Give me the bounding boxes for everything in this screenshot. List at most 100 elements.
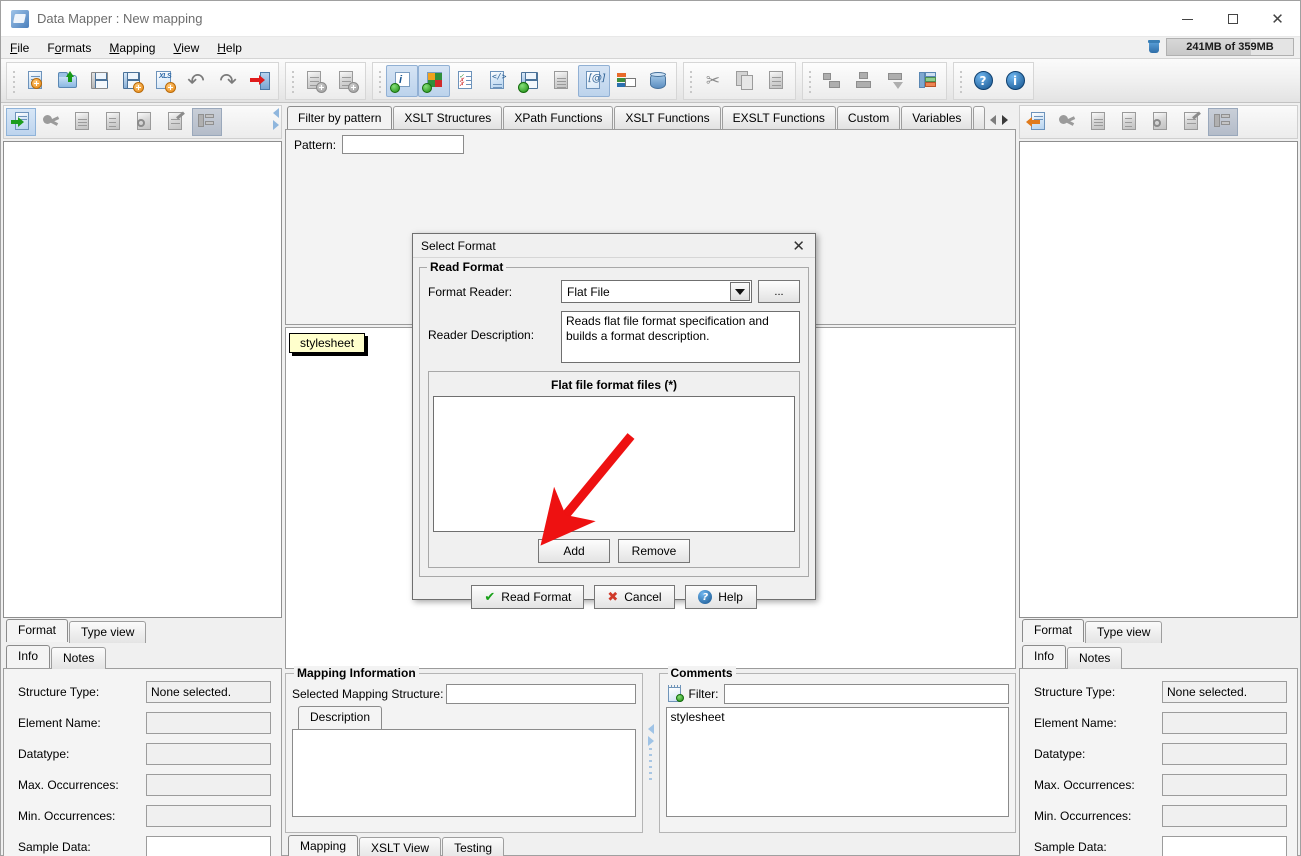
scroll-left-icon[interactable] xyxy=(273,108,279,118)
structure-icon[interactable] xyxy=(99,108,129,136)
validate-icon[interactable]: ✓ ✗ ✗ xyxy=(450,65,482,97)
write-format-icon[interactable] xyxy=(1022,108,1052,136)
paste-icon[interactable] xyxy=(761,65,793,97)
menu-formats[interactable]: Formats xyxy=(38,39,100,57)
tab-type-view[interactable]: Type view xyxy=(69,621,147,643)
align-right-icon[interactable] xyxy=(880,65,912,97)
canvas-node-stylesheet[interactable]: stylesheet xyxy=(289,333,366,353)
save-as-mapping-icon[interactable] xyxy=(116,65,148,97)
copy-icon[interactable] xyxy=(729,65,761,97)
toolbar-grip[interactable] xyxy=(377,67,384,94)
list-item[interactable]: stylesheet xyxy=(671,710,1005,724)
legend-icon[interactable] xyxy=(610,65,642,97)
about-icon[interactable]: i xyxy=(999,65,1031,97)
tab-scroll-right-icon[interactable] xyxy=(1002,115,1009,125)
tab-scroll-left-icon[interactable] xyxy=(990,115,997,125)
tab-format[interactable]: Format xyxy=(1022,619,1085,642)
tab-custom[interactable]: Custom xyxy=(836,106,901,129)
splitter-collapse-left-icon[interactable] xyxy=(647,724,654,734)
edit-icon[interactable] xyxy=(1177,108,1207,136)
close-button[interactable]: ✕ xyxy=(1255,1,1300,37)
toolbar-grip[interactable] xyxy=(958,67,965,94)
flat-file-format-files-list[interactable] xyxy=(433,396,795,532)
tab-exslt-functions[interactable]: EXSLT Functions xyxy=(721,106,836,129)
source-sample-data-input[interactable] xyxy=(146,836,271,856)
show-colors-icon[interactable] xyxy=(418,64,450,97)
format-reader-select[interactable]: Flat File xyxy=(561,280,752,303)
tab-format[interactable]: Format xyxy=(6,619,69,642)
link-icon[interactable] xyxy=(1053,108,1083,136)
align-center-icon[interactable] xyxy=(848,65,880,97)
inspect-icon[interactable] xyxy=(130,108,160,136)
help-button[interactable]: ? Help xyxy=(684,585,757,609)
tab-info[interactable]: Info xyxy=(6,645,51,668)
read-format-icon[interactable] xyxy=(6,108,36,136)
remove-structure-icon[interactable] xyxy=(331,65,363,97)
new-mapping-icon[interactable] xyxy=(20,65,52,97)
add-structure-icon[interactable] xyxy=(299,65,331,97)
splitter-collapse-right-icon[interactable] xyxy=(647,736,654,746)
toolbar-grip[interactable] xyxy=(807,67,814,94)
target-tree-area[interactable] xyxy=(1019,141,1298,618)
notes-icon[interactable] xyxy=(1084,108,1114,136)
annotations-icon[interactable]: [@] xyxy=(578,64,610,97)
tree-layout-icon[interactable] xyxy=(912,65,944,97)
tab-notes[interactable]: Notes xyxy=(1067,647,1123,669)
browse-button[interactable]: ... xyxy=(758,280,800,303)
menu-help[interactable]: Help xyxy=(208,39,251,57)
tab-xslt-view[interactable]: XSLT View xyxy=(359,837,442,856)
menu-mapping[interactable]: Mapping xyxy=(100,39,164,57)
xml-source-icon[interactable]: </> xyxy=(482,65,514,97)
export-xls-icon[interactable]: XLS xyxy=(148,65,180,97)
save-xslt-icon[interactable] xyxy=(514,65,546,97)
undo-icon[interactable]: ↶ xyxy=(180,65,212,97)
tab-filter-by-pattern[interactable]: Filter by pattern xyxy=(287,106,393,129)
memory-indicator[interactable]: 241MB of 359MB xyxy=(1146,38,1294,56)
read-format-button[interactable]: ✔ Read Format xyxy=(471,585,585,609)
cancel-button[interactable]: ✖ Cancel xyxy=(594,585,675,609)
pattern-input[interactable] xyxy=(342,135,465,154)
trash-icon[interactable] xyxy=(1146,39,1162,55)
scroll-right-icon[interactable] xyxy=(273,120,279,130)
link-icon[interactable] xyxy=(37,108,67,136)
comments-filter-input[interactable] xyxy=(723,684,1009,704)
source-tree-area[interactable] xyxy=(3,141,282,618)
tab-testing[interactable]: Testing xyxy=(442,837,505,856)
dialog-close-icon[interactable]: ✕ xyxy=(788,237,809,255)
selected-mapping-structure-input[interactable] xyxy=(446,684,636,704)
tab-notes[interactable]: Notes xyxy=(51,647,107,669)
inspect-icon[interactable] xyxy=(1146,108,1176,136)
database-icon[interactable] xyxy=(642,65,674,97)
tab-xslt-structures[interactable]: XSLT Structures xyxy=(393,106,503,129)
comments-list[interactable]: stylesheet xyxy=(665,707,1009,817)
toolbar-grip[interactable] xyxy=(688,67,695,94)
cut-icon[interactable]: ✂ xyxy=(697,65,729,97)
tab-xpath-functions[interactable]: XPath Functions xyxy=(503,106,614,129)
notes-icon[interactable] xyxy=(68,108,98,136)
target-sample-data-input[interactable] xyxy=(1162,836,1287,856)
tab-description[interactable]: Description xyxy=(298,706,383,729)
tab-type-view[interactable]: Type view xyxy=(1085,621,1163,643)
toolbar-grip[interactable] xyxy=(11,67,18,94)
align-left-icon[interactable] xyxy=(816,65,848,97)
tab-variables[interactable]: Variables xyxy=(901,106,973,129)
menu-view[interactable]: View xyxy=(164,39,208,57)
redo-icon[interactable]: ↷ xyxy=(212,65,244,97)
exit-icon[interactable] xyxy=(244,65,276,97)
edit-icon[interactable] xyxy=(161,108,191,136)
toolbar-grip[interactable] xyxy=(290,67,297,94)
show-info-icon[interactable]: i xyxy=(386,64,418,97)
minimize-button[interactable] xyxy=(1165,1,1210,37)
description-textarea[interactable] xyxy=(292,729,636,817)
source-scroll-arrows[interactable] xyxy=(273,108,279,130)
maximize-button[interactable] xyxy=(1210,1,1255,37)
tree-select-icon[interactable] xyxy=(1208,108,1238,136)
tab-info[interactable]: Info xyxy=(1022,645,1067,668)
tree-select-icon[interactable] xyxy=(192,108,222,136)
tab-mapping[interactable]: Mapping xyxy=(288,835,359,856)
remove-button[interactable]: Remove xyxy=(618,539,690,563)
preview-icon[interactable] xyxy=(546,65,578,97)
save-mapping-icon[interactable] xyxy=(84,65,116,97)
structure-icon[interactable] xyxy=(1115,108,1145,136)
chevron-down-icon[interactable] xyxy=(730,282,750,301)
